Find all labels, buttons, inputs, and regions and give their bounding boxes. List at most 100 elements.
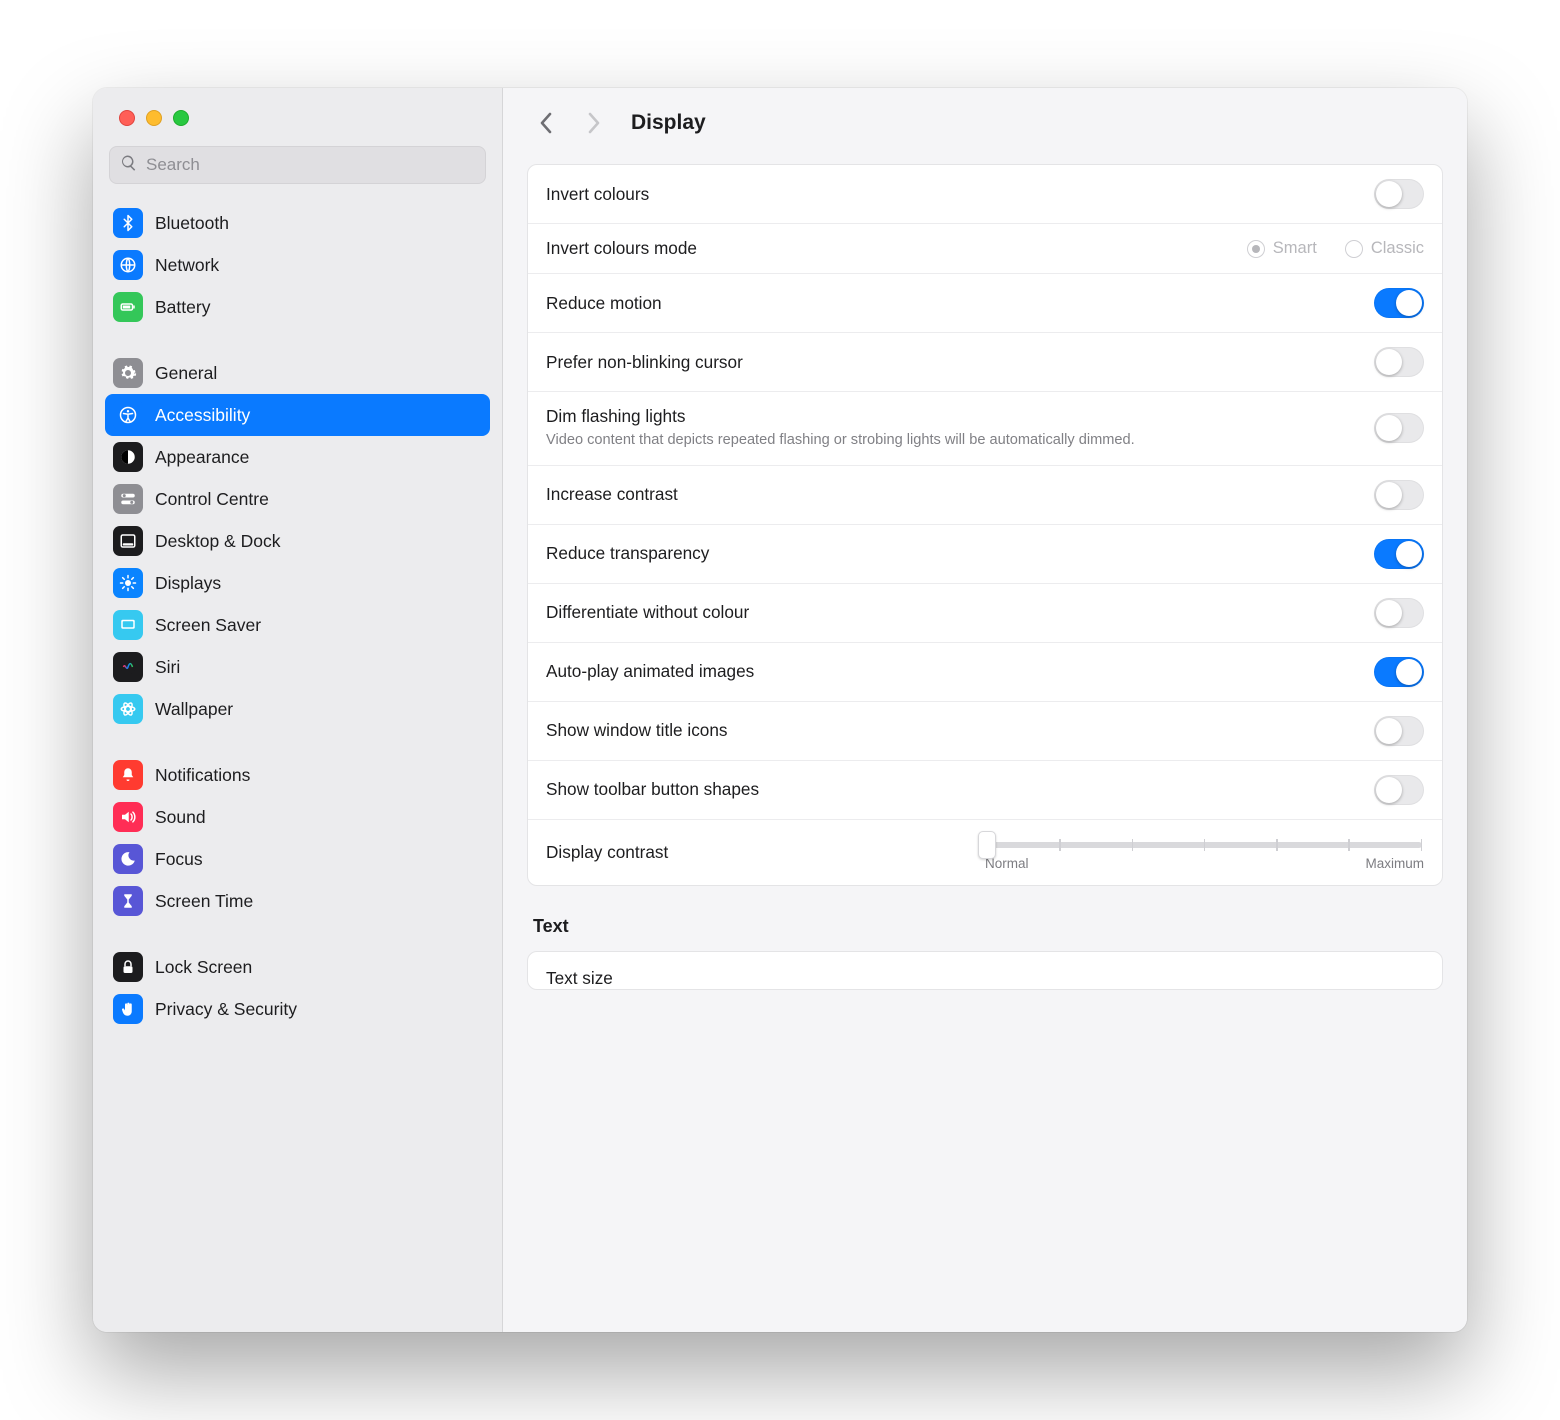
sidebar-item-bluetooth[interactable]: Bluetooth [105,202,490,244]
sidebar-item-network[interactable]: Network [105,244,490,286]
diff-without-colour-label: Differentiate without colour [546,602,1374,623]
sidebar-item-label: Appearance [155,447,249,468]
switches-icon [113,484,143,514]
battery-icon [113,292,143,322]
main-pane: Display Invert coloursInvert colours mod… [503,88,1467,1332]
sidebar-item-siri[interactable]: Siri [105,646,490,688]
minimize-window-button[interactable] [146,110,162,126]
row-invert-mode: Invert colours modeSmartClassic [528,224,1442,274]
reduce-transparency-label: Reduce transparency [546,543,1374,564]
toolbar-shapes-label: Show toolbar button shapes [546,779,1374,800]
hourglass-icon [113,886,143,916]
toolbar-shapes-toggle[interactable] [1374,775,1424,805]
autoplay-images-toggle[interactable] [1374,657,1424,687]
row-display-contrast: Display contrastNormalMaximum [528,820,1442,885]
sidebar-item-desktopdock[interactable]: Desktop & Dock [105,520,490,562]
zoom-window-button[interactable] [173,110,189,126]
invert-mode-radio-smart[interactable]: Smart [1247,239,1317,258]
sun-icon [113,568,143,598]
nonblinking-cursor-toggle[interactable] [1374,347,1424,377]
sidebar-item-accessibility[interactable]: Accessibility [105,394,490,436]
sidebar-item-notifications[interactable]: Notifications [105,754,490,796]
text-size-label: Text size [546,968,1424,989]
radio-label: Smart [1273,239,1317,258]
row-diff-without-colour: Differentiate without colour [528,584,1442,643]
row-nonblinking-cursor: Prefer non-blinking cursor [528,333,1442,392]
sidebar-item-label: Focus [155,849,203,870]
display-contrast-slider[interactable]: NormalMaximum [985,834,1424,871]
dim-flashing-toggle[interactable] [1374,413,1424,443]
appearance-icon [113,442,143,472]
dim-flashing-description: Video content that depicts repeated flas… [546,431,1166,451]
sidebar-item-sound[interactable]: Sound [105,796,490,838]
nonblinking-cursor-label: Prefer non-blinking cursor [546,352,1374,373]
sidebar-item-lockscreen[interactable]: Lock Screen [105,946,490,988]
sidebar-item-label: Bluetooth [155,213,229,234]
sidebar-item-controlcentre[interactable]: Control Centre [105,478,490,520]
sidebar-item-displays[interactable]: Displays [105,562,490,604]
sidebar-item-label: Siri [155,657,180,678]
sidebar-item-label: Desktop & Dock [155,531,280,552]
slider-thumb[interactable] [978,831,996,859]
gear-icon [113,358,143,388]
sidebar-item-label: Accessibility [155,405,250,426]
sidebar-item-label: General [155,363,217,384]
window-title-icons-toggle[interactable] [1374,716,1424,746]
row-toolbar-shapes: Show toolbar button shapes [528,761,1442,820]
sidebar-item-appearance[interactable]: Appearance [105,436,490,478]
dock-icon [113,526,143,556]
hand-icon [113,994,143,1024]
row-increase-contrast: Increase contrast [528,466,1442,525]
sidebar-item-focus[interactable]: Focus [105,838,490,880]
moon-icon [113,844,143,874]
sidebar-item-label: Displays [155,573,221,594]
settings-window: Bluetooth Network Battery General Accessibil… [93,88,1467,1332]
search-field[interactable] [109,146,486,184]
invert-colours-label: Invert colours [546,184,1374,205]
row-reduce-motion: Reduce motion [528,274,1442,333]
window-title-icons-label: Show window title icons [546,720,1374,741]
close-window-button[interactable] [119,110,135,126]
sidebar-item-label: Screen Saver [155,615,261,636]
bell-icon [113,760,143,790]
row-window-title-icons: Show window title icons [528,702,1442,761]
sidebar-item-label: Lock Screen [155,957,252,978]
row-invert-colours: Invert colours [528,165,1442,224]
sidebar-items: Bluetooth Network Battery General Accessibil… [93,196,502,1332]
globe-icon [113,250,143,280]
reduce-motion-toggle[interactable] [1374,288,1424,318]
sidebar-item-wallpaper[interactable]: Wallpaper [105,688,490,730]
diff-without-colour-toggle[interactable] [1374,598,1424,628]
forward-button[interactable] [577,105,609,141]
invert-mode-radio-classic[interactable]: Classic [1345,239,1424,258]
sidebar: Bluetooth Network Battery General Accessibil… [93,88,503,1332]
sidebar-item-screentime[interactable]: Screen Time [105,880,490,922]
titlebar: Display [503,88,1467,158]
back-button[interactable] [531,105,563,141]
sidebar-item-label: Network [155,255,219,276]
screensaver-icon [113,610,143,640]
slider-max-label: Maximum [1365,856,1424,871]
sidebar-item-screensaver[interactable]: Screen Saver [105,604,490,646]
search-icon [120,154,138,177]
sidebar-item-label: Battery [155,297,210,318]
sidebar-item-battery[interactable]: Battery [105,286,490,328]
sidebar-item-label: Control Centre [155,489,269,510]
content-scroll[interactable]: Invert coloursInvert colours modeSmartCl… [503,158,1467,1332]
invert-colours-toggle[interactable] [1374,179,1424,209]
sidebar-item-general[interactable]: General [105,352,490,394]
row-dim-flashing: Dim flashing lightsVideo content that de… [528,392,1442,466]
sidebar-item-label: Wallpaper [155,699,233,720]
display-contrast-label: Display contrast [546,842,985,863]
siri-icon [113,652,143,682]
speaker-icon [113,802,143,832]
search-input[interactable] [146,155,475,175]
sidebar-item-privacy[interactable]: Privacy & Security [105,988,490,1030]
bluetooth-icon [113,208,143,238]
display-panel: Invert coloursInvert colours modeSmartCl… [527,164,1443,886]
sidebar-item-label: Sound [155,807,206,828]
reduce-transparency-toggle[interactable] [1374,539,1424,569]
page-title: Display [631,111,706,135]
text-panel: Text size [527,951,1443,990]
increase-contrast-toggle[interactable] [1374,480,1424,510]
